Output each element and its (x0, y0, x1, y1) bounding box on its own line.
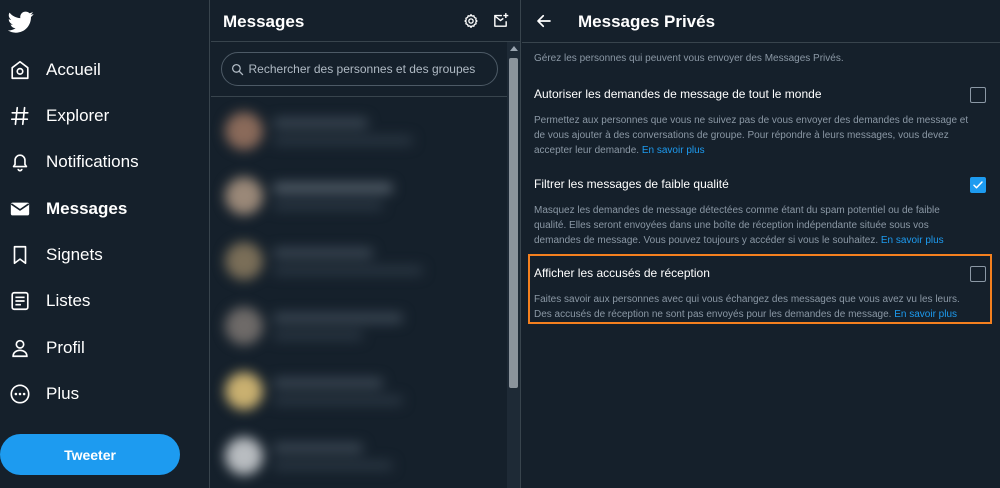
bookmark-icon (8, 243, 32, 267)
filter-low-quality-checkbox[interactable] (970, 177, 986, 193)
option-title: Filtrer les messages de faible qualité (534, 177, 729, 191)
learn-more-link[interactable]: En savoir plus (881, 235, 944, 246)
scroll-up-arrow-icon[interactable] (510, 46, 518, 51)
nav-label-notifications: Notifications (46, 152, 139, 171)
messages-column: Messages (211, 0, 521, 488)
settings-intro: Gérez les personnes qui peuvent vous env… (534, 53, 844, 64)
avatar (225, 307, 263, 345)
nav-item-more[interactable]: Plus (8, 376, 79, 412)
highlight-box (528, 254, 992, 324)
avatar (225, 372, 263, 410)
conversation-item[interactable] (211, 293, 507, 358)
search-input[interactable] (248, 62, 489, 76)
home-icon (8, 58, 32, 82)
new-message-icon[interactable] (492, 12, 509, 29)
option-description: Masquez les demandes de message détectée… (534, 205, 944, 246)
conversation-item[interactable] (211, 228, 507, 293)
messages-header: Messages (211, 0, 520, 42)
nav-item-notifications[interactable]: Notifications (8, 144, 139, 180)
hashtag-icon (8, 104, 32, 128)
back-arrow-icon[interactable] (535, 12, 553, 30)
allow-requests-checkbox[interactable] (970, 87, 986, 103)
nav-label-home: Accueil (46, 60, 101, 79)
conversation-item[interactable] (211, 358, 507, 423)
messages-title: Messages (223, 12, 305, 31)
primary-navigation: Accueil Explorer Notifications Messages … (0, 0, 210, 488)
option-description: Permettez aux personnes que vous ne suiv… (534, 115, 969, 156)
avatar (225, 437, 263, 475)
scrollbar[interactable] (507, 42, 520, 488)
conversation-list (211, 98, 507, 488)
conversation-item[interactable] (211, 423, 507, 488)
checkmark-icon (973, 181, 983, 189)
envelope-icon (8, 197, 32, 221)
more-circle-icon (8, 382, 32, 406)
nav-label-messages: Messages (46, 199, 128, 218)
scrollbar-thumb[interactable] (509, 58, 518, 388)
nav-item-bookmarks[interactable]: Signets (8, 237, 103, 273)
nav-label-more: Plus (46, 384, 80, 403)
person-icon (8, 336, 32, 360)
twitter-bird-icon[interactable] (8, 9, 34, 35)
search-area (211, 42, 520, 97)
conversation-item[interactable] (211, 163, 507, 228)
settings-title: Messages Privés (578, 12, 716, 31)
nav-item-home[interactable]: Accueil (8, 52, 101, 88)
nav-item-messages[interactable]: Messages (8, 191, 127, 227)
gear-icon[interactable] (463, 13, 479, 29)
list-icon (8, 289, 32, 313)
bell-icon (8, 150, 32, 174)
search-box[interactable] (221, 52, 498, 86)
avatar (225, 242, 263, 280)
avatar (225, 177, 263, 215)
conversation-item[interactable] (211, 98, 507, 163)
nav-item-lists[interactable]: Listes (8, 283, 90, 319)
search-icon (231, 63, 243, 75)
nav-label-profile: Profil (46, 338, 85, 357)
nav-label-bookmarks: Signets (46, 245, 103, 264)
settings-panel: Messages Privés Gérez les personnes qui … (522, 0, 1000, 488)
nav-label-lists: Listes (46, 291, 91, 310)
nav-label-explore: Explorer (46, 106, 110, 125)
option-title: Autoriser les demandes de message de tou… (534, 87, 822, 101)
learn-more-link[interactable]: En savoir plus (642, 145, 705, 156)
avatar (225, 112, 263, 150)
tweet-button[interactable]: Tweeter (0, 434, 180, 475)
nav-item-profile[interactable]: Profil (8, 330, 85, 366)
nav-item-explore[interactable]: Explorer (8, 98, 109, 134)
